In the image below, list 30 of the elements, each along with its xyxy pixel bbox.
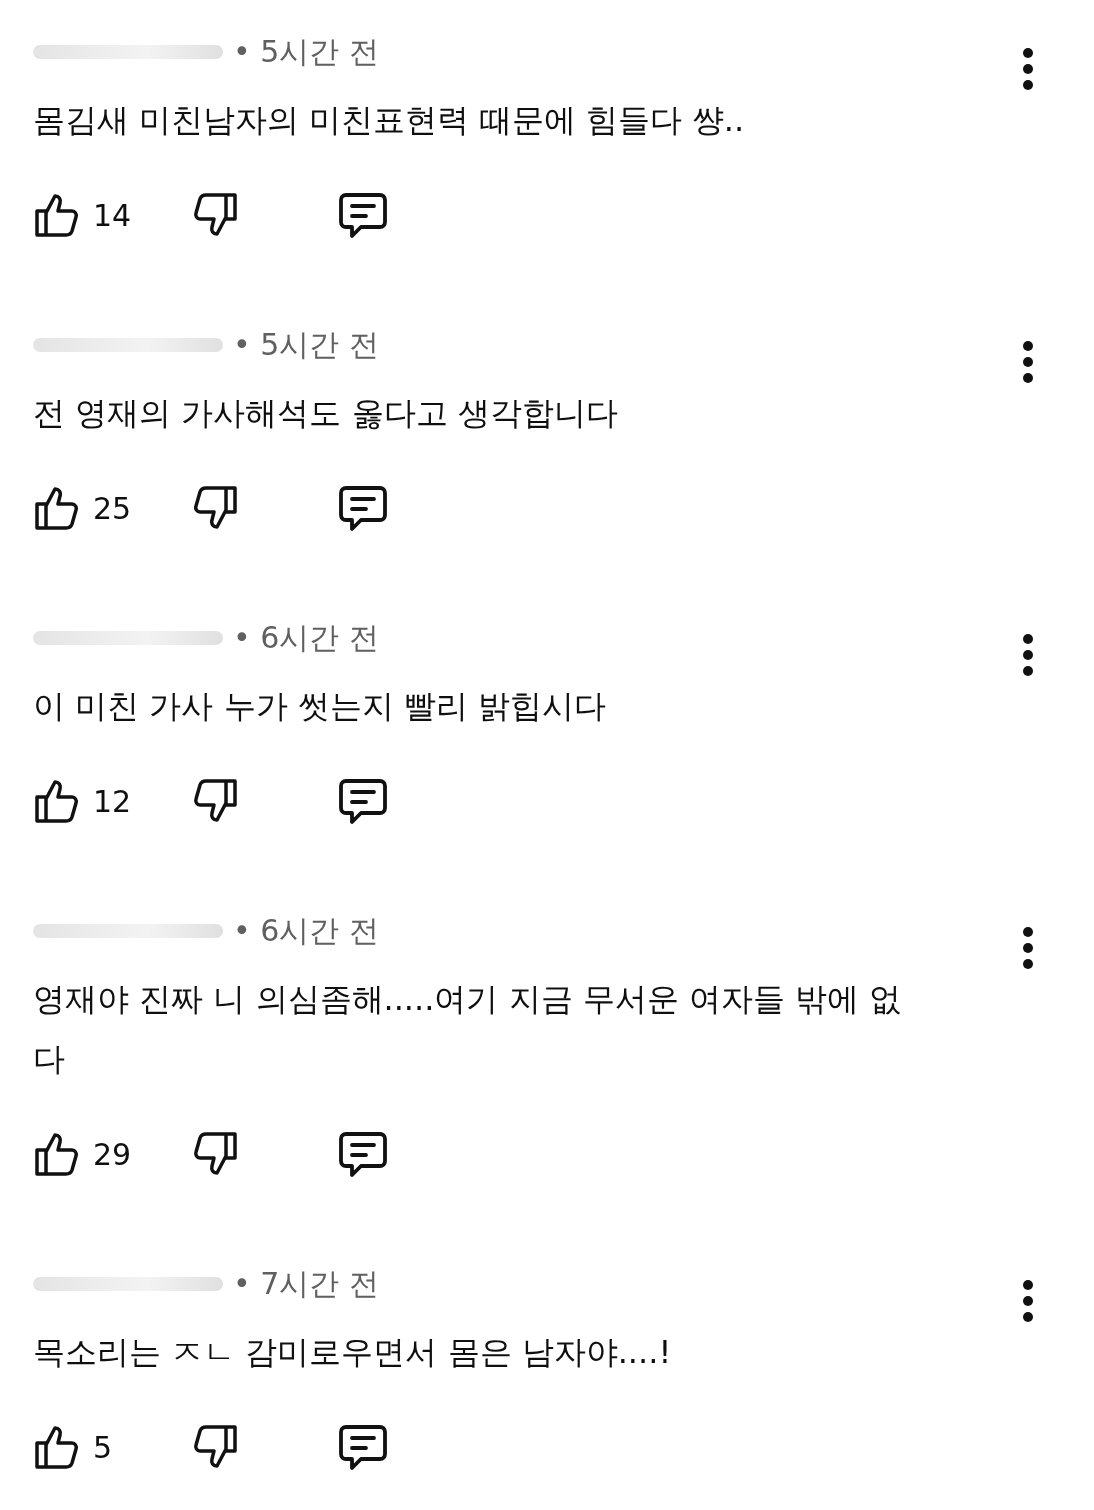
thumbs-down-icon[interactable] [191,484,239,532]
like-count: 29 [93,1136,133,1172]
thumbs-down-icon[interactable] [191,191,239,239]
more-options-icon[interactable] [1022,340,1034,384]
like-count: 12 [93,783,133,819]
more-options-icon[interactable] [1022,633,1034,677]
comment-time: • 6시간 전 [233,911,379,950]
comment-time: • 6시간 전 [233,618,379,657]
comment-text: 이 미친 가사 누가 썻는지 빨리 밝힙시다 [33,686,608,727]
comment-time: • 5시간 전 [233,325,379,364]
comment-text: 전 영재의 가사해석도 옳다고 생각합니다 [33,393,619,434]
comment-time: • 5시간 전 [233,32,379,71]
thumbs-up-icon[interactable] [33,1130,81,1178]
comment-time: • 7시간 전 [233,1264,379,1303]
comment-text: 영재야 진짜 니 의심좀해.....여기 지금 무서운 여자들 밖에 없다 [33,979,903,1080]
like-count: 25 [93,490,133,526]
thumbs-up-icon[interactable] [33,1423,81,1471]
thumbs-up-icon[interactable] [33,191,81,239]
more-options-icon[interactable] [1022,1279,1034,1323]
thumbs-up-icon[interactable] [33,484,81,532]
thumbs-down-icon[interactable] [191,777,239,825]
like-count: 5 [93,1429,114,1465]
like-count: 14 [93,197,133,233]
comment-text: 목소리는 ㅈㄴ 감미로우면서 몸은 남자야....! [33,1332,673,1373]
more-options-icon[interactable] [1022,47,1034,91]
thumbs-down-icon[interactable] [191,1130,239,1178]
thumbs-down-icon[interactable] [191,1423,239,1471]
comment-text: 몸김새 미친남자의 미친표현력 때문에 힘들다 썅.. [33,100,746,141]
more-options-icon[interactable] [1022,926,1034,970]
thumbs-up-icon[interactable] [33,777,81,825]
